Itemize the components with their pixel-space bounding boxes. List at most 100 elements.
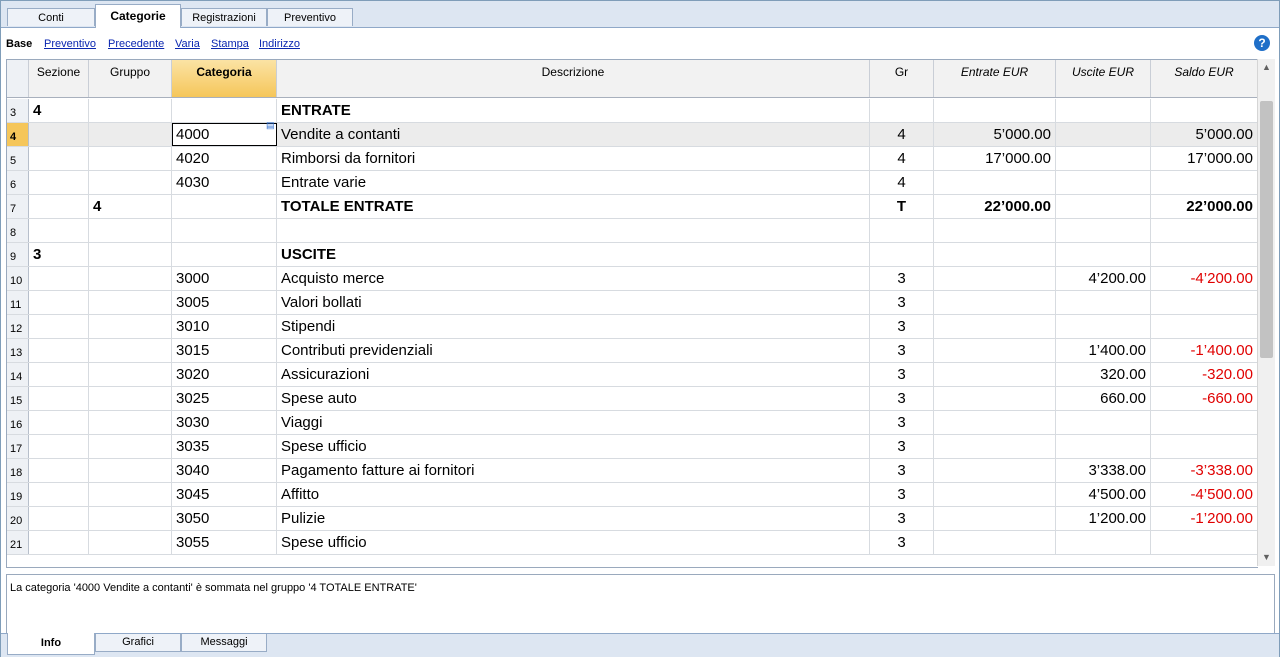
col-header-sezione[interactable]: Sezione [29, 60, 89, 97]
col-header-gruppo[interactable]: Gruppo [89, 60, 172, 97]
cell-gruppo[interactable] [89, 507, 172, 530]
cell-gr[interactable]: 3 [870, 531, 934, 554]
cell-uscite[interactable]: 1’400.00 [1056, 339, 1151, 362]
cell-gr[interactable]: 4 [870, 123, 934, 146]
cell-sezione[interactable] [29, 507, 89, 530]
cell-uscite[interactable]: 4’500.00 [1056, 483, 1151, 506]
cell-gr[interactable]: 3 [870, 459, 934, 482]
cell-gruppo[interactable] [89, 123, 172, 146]
cell-gruppo[interactable] [89, 315, 172, 338]
cell-categoria[interactable]: 4000 [172, 123, 277, 146]
cell-saldo[interactable] [1151, 435, 1258, 458]
cell-sezione[interactable] [29, 171, 89, 194]
row-number[interactable]: 8 [7, 219, 29, 242]
cell-descrizione[interactable]: Spese auto [277, 387, 870, 410]
cell-uscite[interactable] [1056, 147, 1151, 170]
cell-categoria[interactable]: 3010 [172, 315, 277, 338]
cell-saldo[interactable] [1151, 531, 1258, 554]
col-header-saldo[interactable]: Saldo EUR [1151, 60, 1258, 97]
vertical-scrollbar[interactable]: ▲ ▼ [1257, 59, 1275, 566]
row-number[interactable]: 4 [7, 123, 29, 146]
cell-gr[interactable]: 4 [870, 171, 934, 194]
cell-sezione[interactable] [29, 315, 89, 338]
scroll-down-icon[interactable]: ▼ [1258, 549, 1275, 566]
subtab-base[interactable]: Base [6, 38, 32, 50]
row-number[interactable]: 9 [7, 243, 29, 266]
subtab-stampa[interactable]: Stampa [211, 38, 249, 50]
cell-sezione[interactable] [29, 531, 89, 554]
cell-descrizione[interactable]: Spese ufficio [277, 531, 870, 554]
cell-categoria[interactable]: 3035 [172, 435, 277, 458]
cell-categoria[interactable]: 3050 [172, 507, 277, 530]
table-row[interactable]: 7 4 TOTALE ENTRATE T 22’000.00 22’000.00 [7, 195, 1258, 219]
cell-gr[interactable] [870, 219, 934, 242]
cell-descrizione[interactable]: Assicurazioni [277, 363, 870, 386]
cell-descrizione[interactable]: Spese ufficio [277, 435, 870, 458]
table-row[interactable]: 16 3030 Viaggi 3 [7, 411, 1258, 435]
cell-uscite[interactable]: 1’200.00 [1056, 507, 1151, 530]
row-number[interactable]: 13 [7, 339, 29, 362]
cell-gruppo[interactable] [89, 219, 172, 242]
cell-sezione[interactable] [29, 459, 89, 482]
cell-sezione[interactable]: 4 [29, 99, 89, 122]
cell-saldo[interactable]: -660.00 [1151, 387, 1258, 410]
cell-categoria[interactable] [172, 99, 277, 122]
cell-saldo[interactable] [1151, 315, 1258, 338]
row-number[interactable]: 7 [7, 195, 29, 218]
cell-descrizione[interactable]: ENTRATE [277, 99, 870, 122]
row-number[interactable]: 17 [7, 435, 29, 458]
table-row[interactable]: 10 3000 Acquisto merce 3 4’200.00 -4’200.00 [7, 267, 1258, 291]
cell-gr[interactable]: 4 [870, 147, 934, 170]
col-header-uscite[interactable]: Uscite EUR [1056, 60, 1151, 97]
cell-entrate[interactable] [934, 435, 1056, 458]
cell-descrizione[interactable]: Pulizie [277, 507, 870, 530]
subtab-precedente[interactable]: Precedente [108, 38, 164, 50]
cell-saldo[interactable]: 5’000.00 [1151, 123, 1258, 146]
cell-categoria[interactable]: 3030 [172, 411, 277, 434]
row-number[interactable]: 14 [7, 363, 29, 386]
cell-categoria[interactable]: 4020 [172, 147, 277, 170]
cell-entrate[interactable] [934, 291, 1056, 314]
cell-categoria[interactable]: 4030 [172, 171, 277, 194]
cell-descrizione[interactable]: Pagamento fatture ai fornitori [277, 459, 870, 482]
cell-entrate[interactable] [934, 363, 1056, 386]
table-row[interactable]: 21 3055 Spese ufficio 3 [7, 531, 1258, 555]
table-row[interactable]: 17 3035 Spese ufficio 3 [7, 435, 1258, 459]
cell-gruppo[interactable] [89, 171, 172, 194]
cell-sezione[interactable] [29, 411, 89, 434]
cell-sezione[interactable] [29, 435, 89, 458]
cell-categoria[interactable] [172, 195, 277, 218]
cell-saldo[interactable] [1151, 99, 1258, 122]
cell-uscite[interactable]: 3’338.00 [1056, 459, 1151, 482]
cell-entrate[interactable] [934, 507, 1056, 530]
cell-gr[interactable]: 3 [870, 411, 934, 434]
col-header-categoria[interactable]: Categoria [172, 60, 277, 97]
cell-descrizione[interactable]: Valori bollati [277, 291, 870, 314]
cell-sezione[interactable] [29, 267, 89, 290]
tab-registrazioni[interactable]: Registrazioni [181, 8, 267, 26]
cell-entrate[interactable] [934, 459, 1056, 482]
cell-entrate[interactable] [934, 531, 1056, 554]
cell-entrate[interactable] [934, 243, 1056, 266]
table-row[interactable]: 18 3040 Pagamento fatture ai fornitori 3 3’3… [7, 459, 1258, 483]
cell-sezione[interactable] [29, 195, 89, 218]
cell-gruppo[interactable] [89, 147, 172, 170]
cell-gruppo[interactable] [89, 243, 172, 266]
help-icon[interactable]: ? [1254, 35, 1270, 51]
row-number[interactable]: 18 [7, 459, 29, 482]
subtab-varia[interactable]: Varia [175, 38, 200, 50]
cell-entrate[interactable] [934, 267, 1056, 290]
row-number[interactable]: 12 [7, 315, 29, 338]
cell-categoria[interactable]: 3025 [172, 387, 277, 410]
cell-gr[interactable]: 3 [870, 435, 934, 458]
row-number[interactable]: 16 [7, 411, 29, 434]
cell-categoria[interactable]: 3015 [172, 339, 277, 362]
cell-uscite[interactable] [1056, 291, 1151, 314]
cell-descrizione[interactable]: Affitto [277, 483, 870, 506]
cell-categoria[interactable] [172, 243, 277, 266]
cell-saldo[interactable] [1151, 171, 1258, 194]
cell-descrizione[interactable]: Stipendi [277, 315, 870, 338]
cell-gruppo[interactable] [89, 483, 172, 506]
cell-categoria[interactable]: 3055 [172, 531, 277, 554]
table-row[interactable]: 15 3025 Spese auto 3 660.00 -660.00 [7, 387, 1258, 411]
